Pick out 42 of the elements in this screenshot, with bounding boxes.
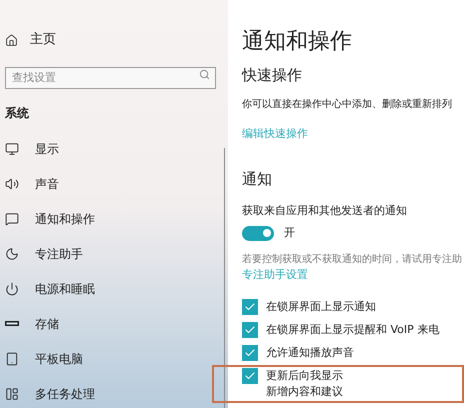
checkbox-label: 更新后向我显示 [266, 368, 343, 384]
checkbox[interactable] [242, 299, 258, 315]
nav-item[interactable]: 通知和操作 [5, 208, 216, 229]
checkbox[interactable] [242, 345, 258, 361]
description-text: 你可以直接在操作中心中添加、删除或重新排列 [242, 98, 453, 112]
checkbox[interactable] [242, 322, 258, 338]
nav-item[interactable]: 专注助手 [5, 243, 216, 264]
check-icon [244, 324, 256, 336]
search-field[interactable]: 查找设置 [5, 66, 216, 88]
drive-icon [5, 321, 19, 326]
setting-label: 获取来自应用和其他发送者的通知 [242, 202, 408, 218]
power-icon [5, 282, 19, 296]
section-heading: 通知 [242, 169, 273, 190]
check-icon [244, 301, 256, 313]
tablet-icon [5, 352, 19, 366]
home-link[interactable]: 主页 [30, 30, 56, 50]
check-icon [244, 347, 256, 359]
monitor-icon [5, 142, 19, 156]
checkbox-label: 在锁屏界面上显示提醒和 VoIP 来电 [266, 322, 440, 338]
home-icon [5, 34, 18, 46]
toggle-switch[interactable] [242, 226, 274, 241]
nav-item[interactable]: 多任务处理 [5, 383, 216, 404]
nav-item[interactable]: 声音 [5, 173, 216, 194]
section-heading: 快速操作 [242, 65, 303, 86]
window-icon [5, 386, 19, 400]
nav-item[interactable]: 电源和睡眠 [5, 278, 216, 299]
checkbox-label: 允许通知播放声音 [266, 345, 354, 361]
toggle-state: 开 [284, 225, 295, 241]
nav-item[interactable]: 平板电脑 [5, 348, 216, 369]
checkbox[interactable] [242, 368, 258, 384]
speaker-icon [5, 176, 19, 190]
checkbox-label: 新增内容和建议 [266, 384, 343, 400]
hint-text: 若要控制获取或不获取通知的时间，请试用专注助 [242, 252, 463, 266]
nav-item[interactable]: 显示 [5, 138, 216, 159]
nav-item[interactable]: 存储 [5, 313, 216, 334]
section-title: 系统 [5, 105, 30, 122]
search-icon [199, 69, 210, 80]
message-icon [5, 212, 19, 226]
check-icon [244, 370, 256, 382]
page-title: 通知和操作 [242, 28, 353, 56]
checkbox-label: 在锁屏界面上显示通知 [266, 299, 376, 315]
moon-icon [5, 246, 19, 260]
